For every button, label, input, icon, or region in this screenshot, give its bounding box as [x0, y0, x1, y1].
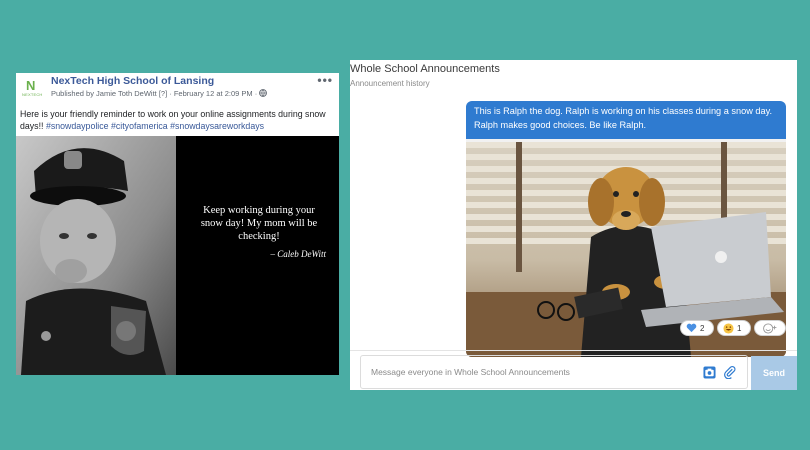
channel-title: Whole School Announcements	[350, 63, 500, 75]
page-name-link[interactable]: NexTech High School of Lansing	[51, 75, 214, 87]
post-hashtags[interactable]: #snowdaypolice #cityofamerica #snowdaysa…	[46, 121, 264, 131]
reaction-count: 1	[737, 324, 742, 333]
quote-panel: Keep working during your snow day! My mo…	[176, 136, 339, 375]
post-image[interactable]: Keep working during your snow day! My mo…	[16, 136, 339, 375]
more-options-icon[interactable]: •••	[317, 73, 333, 87]
school-logo[interactable]: N NEXTECH	[22, 78, 44, 100]
add-reaction-button[interactable]	[754, 320, 786, 336]
logo-text: NEXTECH	[22, 92, 43, 97]
laugh-emoji-icon	[723, 323, 734, 336]
quote-author: – Caleb DeWitt	[270, 249, 327, 259]
post-meta-text: Published by Jamie Toth DeWitt [?] · Feb…	[51, 89, 258, 98]
message-composer[interactable]: Message everyone in Whole School Announc…	[360, 355, 748, 389]
post-meta: Published by Jamie Toth DeWitt [?] · Feb…	[51, 89, 268, 98]
announcement-message: This is Ralph the dog. Ralph is working …	[466, 101, 786, 357]
boy-police-photo	[16, 136, 176, 375]
facebook-post: N NEXTECH NexTech High School of Lansing…	[16, 73, 339, 375]
globe-icon	[259, 89, 268, 97]
reaction-laugh[interactable]: 1	[717, 320, 751, 336]
reaction-heart[interactable]: 2	[680, 320, 714, 336]
message-text: This is Ralph the dog. Ralph is working …	[466, 101, 786, 139]
composer-divider	[350, 350, 797, 351]
send-button[interactable]: Send	[751, 356, 797, 390]
add-emoji-icon	[762, 323, 778, 336]
announcements-panel: Whole School Announcements Announcement …	[350, 60, 797, 390]
paperclip-icon[interactable]	[723, 365, 736, 379]
boy-police-illustration	[16, 136, 176, 375]
post-body: Here is your friendly reminder to work o…	[20, 108, 332, 132]
channel-subtitle[interactable]: Announcement history	[350, 79, 430, 88]
reaction-count: 2	[700, 324, 705, 333]
post-header: N NEXTECH NexTech High School of Lansing…	[16, 73, 339, 106]
logo-mark-icon: N	[26, 78, 36, 93]
composer-placeholder: Message everyone in Whole School Announc…	[371, 367, 570, 377]
heart-icon	[686, 323, 697, 335]
camera-icon[interactable]	[703, 366, 716, 379]
quote-text: Keep working during your snow day! My mo…	[200, 205, 318, 242]
